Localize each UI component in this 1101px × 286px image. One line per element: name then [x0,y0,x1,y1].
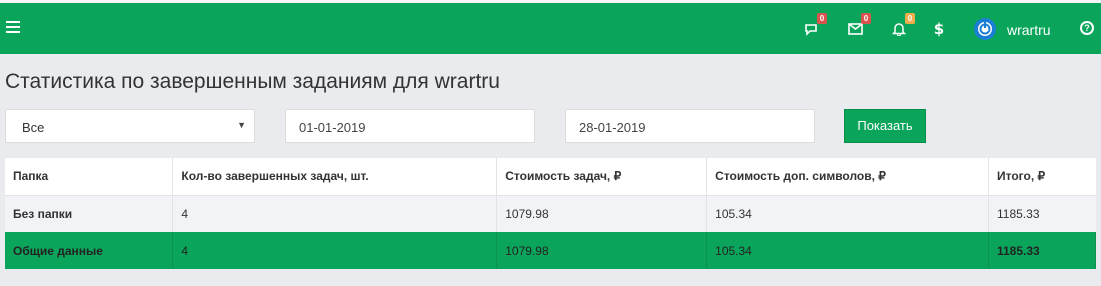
total-cost: 1079.98 [496,232,708,269]
hamburger-icon[interactable] [6,21,20,35]
cell-cost: 1079.98 [496,195,708,232]
total-count: 4 [172,232,498,269]
caret-down-icon: ▼ [237,120,246,130]
page-title: Статистика по завершенным заданиям для w… [5,70,500,93]
col-header-extra-cost: Стоимость доп. символов, ₽ [706,158,989,196]
col-header-count: Кол-во завершенных задач, шт. [172,158,498,196]
total-sum: 1185.33 [988,232,1096,269]
table-total-row: Общие данные 4 1079.98 105.34 1185.33 [5,232,1096,269]
username-link[interactable]: wrartru [1007,22,1051,38]
help-icon[interactable]: ? [1080,21,1094,35]
mail-badge: 0 [861,13,871,24]
total-label: Общие данные [5,232,174,269]
chat-badge: 0 [817,13,827,24]
top-navbar: 0 0 0 $ wrartru ? [0,0,1101,54]
bell-badge: 0 [905,13,915,24]
avatar[interactable] [974,18,996,40]
chat-icon[interactable]: 0 [801,13,827,39]
stats-table: Папка Кол-во завершенных задач, шт. Стои… [5,158,1096,269]
dollar-icon[interactable]: $ [929,19,949,39]
table-row: Без папки 4 1079.98 105.34 1185.33 [5,195,1096,232]
mail-icon[interactable]: 0 [845,13,871,39]
col-header-cost: Стоимость задач, ₽ [496,158,708,196]
cell-extra-cost: 105.34 [706,195,989,232]
cell-total: 1185.33 [988,195,1096,232]
table-header-row: Папка Кол-во завершенных задач, шт. Стои… [5,158,1096,196]
col-header-total: Итого, ₽ [988,158,1096,196]
cell-count: 4 [172,195,498,232]
col-header-folder: Папка [5,158,174,196]
date-to-input[interactable]: 28-01-2019 [565,109,815,143]
date-from-input[interactable]: 01-01-2019 [285,109,535,143]
cell-folder: Без папки [5,195,174,232]
total-extra-cost: 105.34 [706,232,989,269]
folder-select[interactable]: Все ▼ [5,109,255,143]
bell-icon[interactable]: 0 [889,13,915,39]
folder-select-value: Все [22,120,45,135]
show-button[interactable]: Показать [844,109,926,143]
